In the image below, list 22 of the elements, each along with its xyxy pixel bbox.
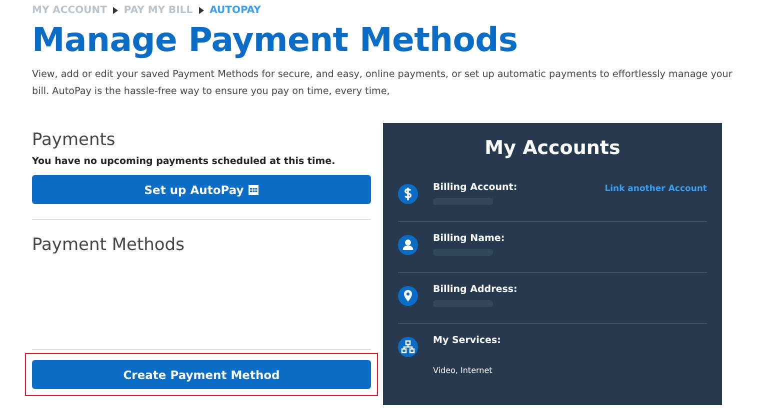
create-payment-method-button[interactable]: Create Payment Method: [32, 360, 371, 389]
breadcrumb-link[interactable]: AUTOPAY: [210, 5, 261, 16]
pin-icon: [398, 286, 418, 306]
chevron-icon: [112, 7, 118, 14]
field-label: Billing Account:: [433, 182, 518, 193]
person-icon: [398, 235, 418, 255]
field-label: Billing Address:: [433, 284, 518, 295]
field-label: My Services:: [433, 335, 501, 346]
page-title: Manage Payment Methods: [32, 19, 519, 61]
network-icon: [398, 337, 418, 357]
dollar-icon: [398, 184, 418, 204]
panel-title: My Accounts: [484, 137, 622, 159]
field-label: Billing Name:: [433, 233, 505, 244]
services-text: Video, Internet: [433, 366, 494, 375]
link-account-link[interactable]: Link another Account: [604, 184, 707, 194]
no-payments-message: You have no upcoming payments scheduled at this time.: [32, 156, 336, 167]
chevron-icon: [198, 7, 204, 14]
section-heading: Payment Methods: [32, 235, 186, 255]
section-heading: Payments: [32, 130, 116, 150]
calendar-icon: [248, 184, 259, 195]
page-description: View, add or edit your saved Payment Methods for secure, and easy, online payments, or set up automatic payments to effortlessly manage your bill. AutoPay is the hassle-free way to ensure you pay on time, every time,: [32, 68, 734, 99]
autopay-button[interactable]: Set up AutoPay: [32, 175, 371, 204]
